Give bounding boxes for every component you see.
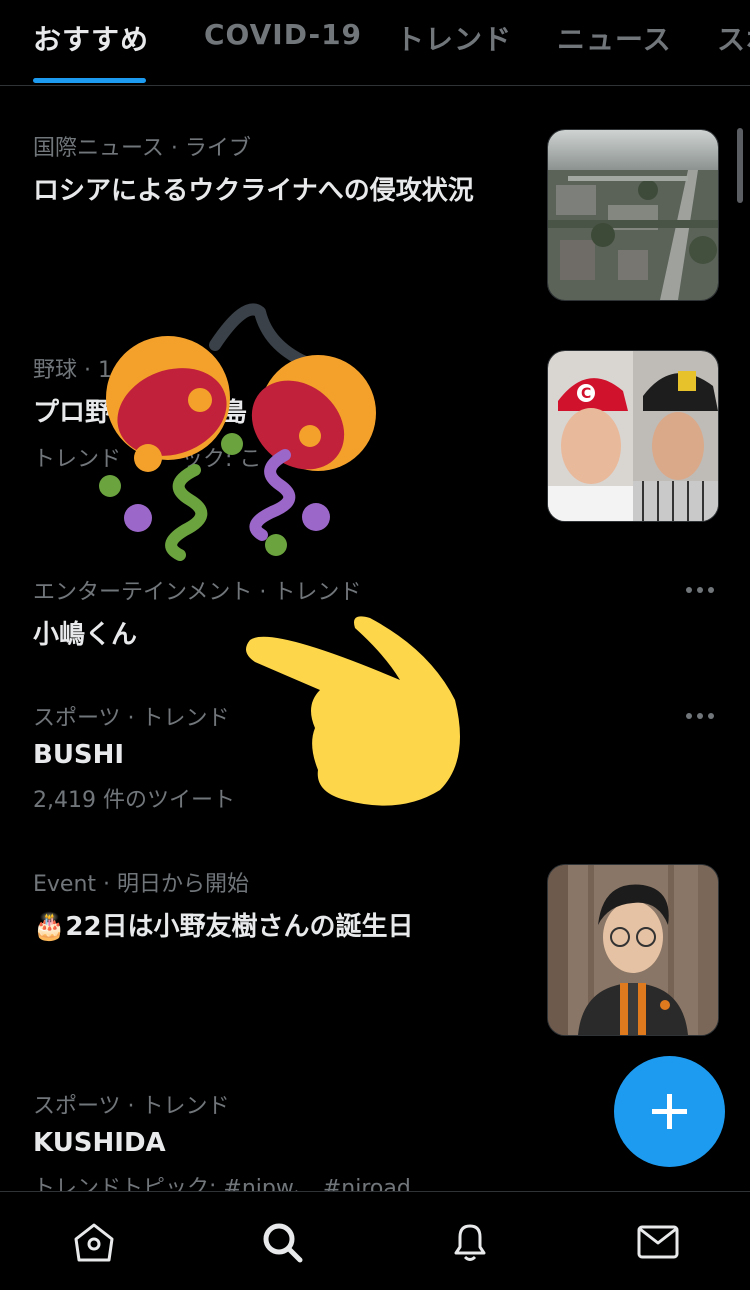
tab-covid19[interactable]: COVID-19 xyxy=(204,18,362,51)
more-icon[interactable] xyxy=(685,708,715,728)
trend-category: 野球 · 1 xyxy=(33,358,112,383)
more-icon[interactable] xyxy=(685,582,715,602)
trend-category: 国際ニュース xyxy=(33,136,164,161)
aerial-city-thumbnail[interactable] xyxy=(547,129,719,301)
top-tabs: おすすめ COVID-19 トレンド ニュース スポ xyxy=(0,0,750,86)
tab-sports[interactable]: スポ xyxy=(717,18,750,58)
trend-category: エンターテインメント · トレンド xyxy=(33,580,362,605)
trend-tweet-count: 2,419 件のツイート xyxy=(33,788,235,813)
trend-category: Event xyxy=(33,872,97,897)
trend-item[interactable]: エンターテインメント · トレンド 小嶋くん xyxy=(33,574,733,651)
trend-category: スポーツ · トレンド xyxy=(33,706,230,731)
tab-trends[interactable]: トレンド xyxy=(396,18,512,58)
trend-title-end: 島 v xyxy=(221,398,274,428)
trend-sub-start: トレンド xyxy=(33,447,122,472)
trend-title-start: プロ野 xyxy=(33,398,112,428)
home-icon[interactable] xyxy=(72,1220,116,1264)
scrollbar[interactable] xyxy=(737,128,743,203)
tab-news[interactable]: ニュース xyxy=(557,18,672,58)
trend-title: BUSHI xyxy=(33,740,125,770)
bottom-navigation xyxy=(0,1191,750,1290)
aerial-city-photo xyxy=(548,130,718,300)
active-tab-indicator xyxy=(33,78,146,83)
trend-title: 小嶋くん xyxy=(33,620,138,650)
tab-recommended[interactable]: おすすめ xyxy=(33,18,149,58)
baseball-players-photo: C xyxy=(548,351,718,521)
compose-tweet-button[interactable] xyxy=(614,1056,725,1167)
notifications-icon[interactable] xyxy=(448,1220,492,1264)
svg-text:C: C xyxy=(581,386,591,402)
person-portrait-photo xyxy=(548,865,718,1035)
messages-icon[interactable] xyxy=(636,1220,680,1264)
trend-status: · 明日から開始 xyxy=(103,872,250,897)
search-icon[interactable] xyxy=(260,1220,304,1264)
baseball-thumbnail[interactable]: C xyxy=(547,350,719,522)
portrait-thumbnail[interactable] xyxy=(547,864,719,1036)
trend-status: · ライブ xyxy=(170,136,251,161)
plus-icon xyxy=(652,1094,687,1129)
trend-item[interactable]: スポーツ · トレンド BUSHI 2,419 件のツイート xyxy=(33,700,733,814)
trend-sub-end: ック: こ xyxy=(181,447,262,472)
